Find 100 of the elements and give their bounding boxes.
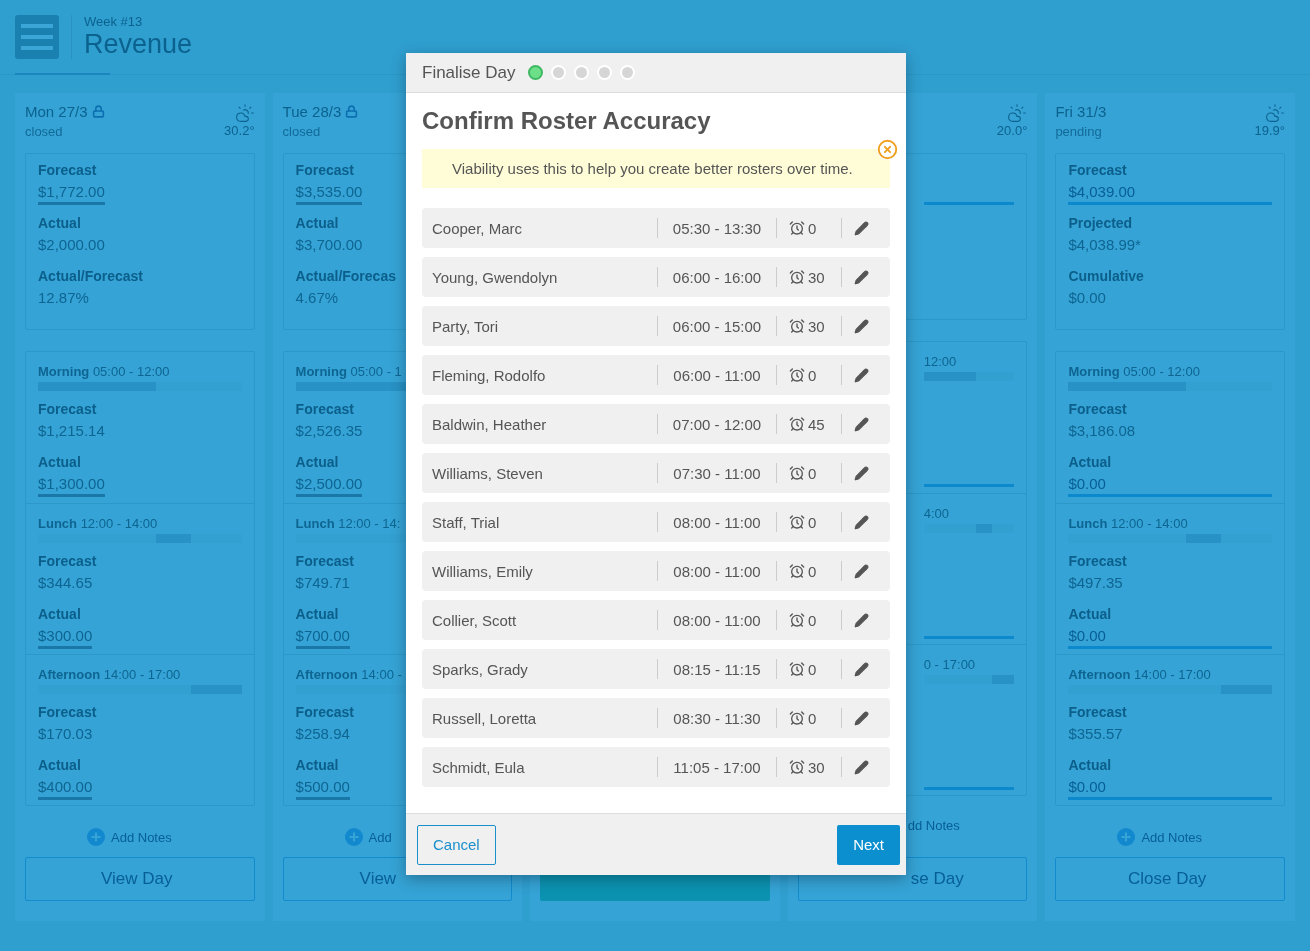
field-label: Cumulative — [1068, 268, 1144, 286]
field-label: Forecast — [1068, 704, 1127, 722]
day-status: closed — [25, 124, 64, 139]
break-minutes: 0 — [808, 709, 817, 727]
field-label: Forecast — [38, 704, 97, 722]
staff-name: Fleming, Rodolfo — [432, 366, 547, 384]
field-value: $497.35 — [1068, 573, 1123, 593]
break-minutes: 0 — [808, 562, 817, 580]
day-button[interactable]: Close Day — [1055, 857, 1285, 901]
field-value[interactable]: $300.00 — [38, 626, 93, 649]
field-value[interactable]: $1,300.00 — [38, 474, 105, 497]
field-value[interactable]: $500.00 — [295, 777, 350, 800]
field-label: Actual — [1068, 757, 1112, 775]
field-label: Projected — [1068, 215, 1133, 233]
add-notes-link[interactable]: Add — [344, 828, 392, 846]
field-label: Actual — [38, 454, 81, 472]
period-header: Lunch 12:00 - 14:00 — [38, 516, 158, 533]
shift-time: 07:00 - 12:00 — [671, 415, 763, 433]
break-minutes: 0 — [808, 513, 817, 531]
field-value: 4.67% — [295, 288, 339, 308]
period-header: 4:00 — [923, 506, 950, 523]
day-date: Tue 28/3 — [282, 103, 342, 120]
add-notes-link[interactable]: Add Notes — [1117, 828, 1203, 846]
staff-name: Williams, Emily — [432, 562, 534, 580]
shift-time: 05:30 - 13:30 — [671, 219, 763, 237]
field-value: 12.87% — [38, 288, 89, 308]
shift-time: 08:15 - 11:15 — [672, 660, 762, 678]
field-value[interactable]: $3,535.00 — [295, 182, 363, 205]
period-header: 0 - 17:00 — [923, 657, 976, 674]
staff-name: Collier, Scott — [432, 611, 518, 629]
field-value: $1,215.14 — [38, 421, 105, 441]
period-header: Morning 05:00 - 12:00 — [38, 364, 170, 381]
alarm-clock-icon — [789, 269, 805, 285]
next-button[interactable]: Next — [837, 824, 900, 865]
field-value: $2,526.35 — [295, 421, 363, 441]
page-title: Revenue — [84, 29, 193, 59]
field-label: Actual — [38, 757, 81, 775]
add-notes-link[interactable]: Add Notes — [87, 828, 172, 846]
shift-time: 06:00 - 16:00 — [671, 268, 763, 286]
shift-time: 11:05 - 17:00 — [672, 758, 762, 776]
staff-name: Party, Tori — [432, 317, 500, 335]
field-label: Actual — [295, 757, 339, 775]
field-label: Forecast — [1068, 401, 1127, 419]
staff-name: Sparks, Grady — [432, 660, 529, 678]
period-header: Afternoon 14:00 - — [295, 667, 402, 684]
staff-name: Young, Gwendolyn — [432, 268, 559, 286]
field-value: $0.00 — [1068, 288, 1106, 308]
period-header: Morning 05:00 - 1 — [295, 364, 402, 381]
field-value[interactable]: $400.00 — [38, 777, 93, 800]
week-label: Week #13 — [84, 15, 144, 29]
period-header: Lunch 12:00 - 14:00 — [1068, 516, 1188, 533]
shift-time: 08:30 - 11:30 — [672, 709, 762, 727]
day-date: Mon 27/3 — [25, 103, 88, 120]
shift-time: 06:00 - 15:00 — [671, 317, 763, 335]
field-value[interactable]: $2,500.00 — [295, 474, 363, 497]
field-label: Actual — [1068, 606, 1112, 624]
day-status: closed — [282, 124, 322, 139]
input-field[interactable]: $0.00 — [1068, 777, 1272, 800]
input-field[interactable]: $4,039.00 — [1068, 182, 1272, 205]
field-label: Actual — [295, 606, 339, 624]
alarm-clock-icon — [789, 710, 805, 726]
field-value: $2,000.00 — [38, 235, 105, 255]
field-label: Forecast — [38, 162, 97, 180]
field-value: $258.94 — [295, 724, 350, 744]
field-value: $3,700.00 — [295, 235, 363, 255]
staff-name: Russell, Loretta — [432, 709, 538, 727]
shift-time: 08:00 - 11:00 — [672, 562, 762, 580]
day-button[interactable]: View Day — [25, 857, 255, 901]
break-minutes: 45 — [808, 415, 825, 433]
shift-time: 07:30 - 11:00 — [672, 464, 762, 482]
input-field[interactable]: $0.00 — [1068, 626, 1272, 649]
field-label: Forecast — [38, 401, 97, 419]
shift-time: 08:00 - 11:00 — [672, 611, 762, 629]
field-label: Forecast — [295, 401, 354, 419]
break-minutes: 30 — [808, 268, 825, 286]
input-field[interactable]: $0.00 — [1068, 474, 1272, 497]
field-value: $3,186.08 — [1068, 421, 1136, 441]
temperature: 19.9° — [1254, 123, 1285, 138]
alarm-clock-icon — [789, 563, 805, 579]
period-header: Lunch 12:00 - 14: — [295, 516, 401, 533]
staff-name: Baldwin, Heather — [432, 415, 548, 433]
field-label: Actual — [1068, 454, 1112, 472]
alarm-clock-icon — [789, 416, 805, 432]
alarm-clock-icon — [789, 612, 805, 628]
period-header: Morning 05:00 - 12:00 — [1068, 364, 1200, 381]
break-minutes: 0 — [808, 611, 817, 629]
field-label: Forecast — [1068, 553, 1127, 571]
add-notes-link[interactable]: dd Notes — [907, 818, 960, 833]
field-value: $170.03 — [38, 724, 93, 744]
period-header: Afternoon 14:00 - 17:00 — [38, 667, 181, 684]
alarm-clock-icon — [789, 318, 805, 334]
period-header: Afternoon 14:00 - 17:00 — [1068, 667, 1211, 684]
field-label: Forecast — [1068, 162, 1127, 180]
break-minutes: 30 — [808, 317, 825, 335]
field-value[interactable]: $700.00 — [295, 626, 350, 649]
info-notice: Viability uses this to help you create better rosters over time. — [422, 149, 890, 188]
temperature: 20.0° — [996, 123, 1028, 138]
alarm-clock-icon — [789, 661, 805, 677]
cancel-button[interactable]: Cancel — [417, 824, 496, 865]
field-value[interactable]: $1,772.00 — [38, 182, 105, 205]
